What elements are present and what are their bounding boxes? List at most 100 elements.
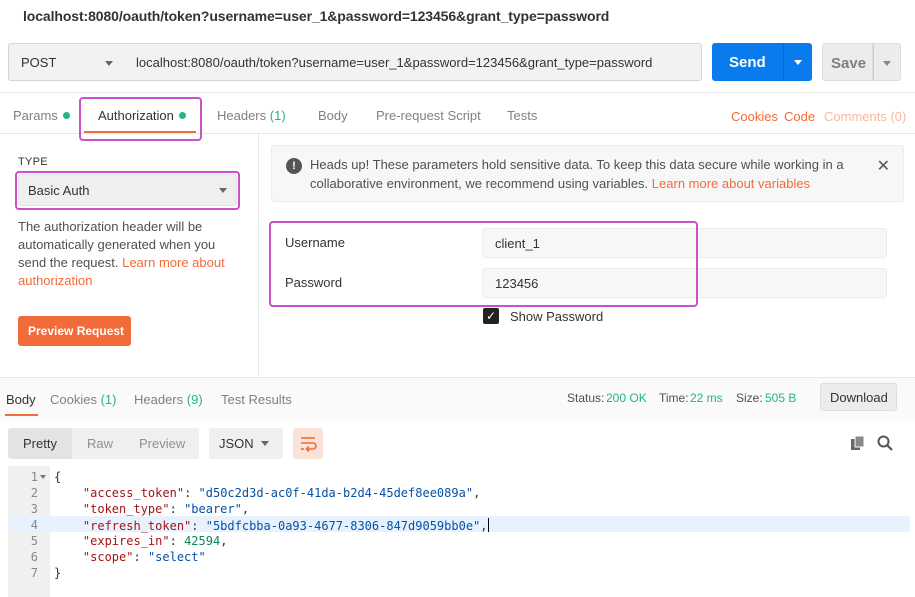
exclamation-icon: ! [286, 158, 302, 174]
wrap-lines-button[interactable] [293, 428, 323, 459]
tab-body[interactable]: Body [318, 108, 348, 123]
password-value: 123456 [495, 276, 539, 291]
line-number: 7 [30, 566, 38, 580]
code-line: } [54, 566, 61, 580]
chevron-down-icon [883, 61, 891, 66]
size-value: 505 B [765, 391, 797, 405]
save-options-button[interactable] [873, 43, 901, 81]
response-tab-headers[interactable]: Headers (9) [134, 392, 203, 407]
send-options-button[interactable] [783, 43, 812, 81]
search-icon[interactable] [877, 435, 893, 451]
tab-prerequest[interactable]: Pre-request Script [376, 108, 481, 123]
json-key: "refresh_token" [82, 519, 192, 533]
code-line: "scope": "select" [82, 550, 206, 564]
response-tab-body[interactable]: Body [6, 392, 36, 407]
line-number: 4 [30, 518, 38, 532]
tab-authorization[interactable]: Authorization [98, 108, 186, 123]
response-tab-headers-label: Headers [134, 392, 184, 407]
response-tab-cookies-label: Cookies [50, 392, 97, 407]
status-label: Status: [567, 391, 605, 405]
save-label: Save [831, 55, 867, 72]
tab-authorization-label: Authorization [98, 108, 174, 123]
line-number: 2 [30, 486, 38, 500]
json-brace: { [54, 470, 62, 484]
tab-headers-label: Headers [217, 108, 267, 123]
text-cursor [487, 518, 489, 532]
method-select[interactable]: POST [8, 43, 125, 81]
response-type-select[interactable]: JSON [209, 428, 283, 459]
send-label: Send [729, 54, 766, 71]
divider [0, 92, 915, 93]
warning-message: Heads up! These parameters hold sensitiv… [310, 155, 855, 193]
format-pretty[interactable]: Pretty [23, 436, 57, 451]
json-value: "5bdfcbba-0a93-4677-8306-847d9059bb0e" [205, 519, 481, 533]
fold-toggle-icon[interactable] [40, 475, 46, 479]
chevron-down-icon [261, 441, 269, 446]
comments-link[interactable]: Comments (0) [824, 109, 906, 124]
download-label: Download [830, 390, 888, 405]
url-text: localhost:8080/oauth/token?username=user… [136, 55, 653, 70]
response-tab-test-results[interactable]: Test Results [221, 392, 292, 407]
code-line: "access_token": "d50c2d3d-ac0f-41da-b2d4… [82, 486, 481, 500]
json-value: "select" [147, 550, 206, 564]
divider [0, 133, 915, 134]
chevron-down-icon [105, 61, 113, 66]
chevron-down-icon [219, 188, 227, 193]
auth-type-value: Basic Auth [28, 183, 90, 198]
username-value: client_1 [495, 236, 540, 251]
format-toggle: Pretty Raw Preview [8, 428, 199, 459]
learn-more-variables-link[interactable]: Learn more about variables [652, 176, 810, 191]
preview-request-label: Preview Request [28, 324, 125, 338]
copy-icon[interactable] [851, 435, 865, 450]
tab-params[interactable]: Params [13, 108, 70, 123]
chevron-down-icon [794, 60, 802, 65]
username-field[interactable]: client_1 [482, 228, 887, 258]
tab-tests[interactable]: Tests [507, 108, 537, 123]
json-value: 42594 [184, 534, 221, 548]
url-input[interactable]: localhost:8080/oauth/token?username=user… [124, 43, 702, 81]
format-preview[interactable]: Preview [139, 436, 185, 451]
code-line: "refresh_token": "5bdfcbba-0a93-4677-830… [82, 518, 489, 533]
type-label: TYPE [18, 156, 48, 168]
format-raw[interactable]: Raw [87, 436, 113, 451]
code-link[interactable]: Code [784, 109, 815, 124]
auth-type-select[interactable]: Basic Auth [18, 174, 237, 206]
time-value: 22 ms [690, 391, 723, 405]
json-key: "scope" [82, 550, 134, 564]
line-number: 3 [30, 502, 38, 516]
active-tab-indicator [5, 414, 38, 416]
json-value: "bearer" [184, 502, 242, 516]
code-line: "expires_in": 42594, [82, 534, 228, 548]
status-value: 200 OK [606, 391, 647, 405]
line-number: 6 [30, 550, 38, 564]
wrap-lines-icon [301, 437, 317, 453]
response-tab-cookies[interactable]: Cookies (1) [50, 392, 116, 407]
time-label: Time: [659, 391, 689, 405]
request-title: localhost:8080/oauth/token?username=user… [23, 8, 610, 24]
password-field[interactable]: 123456 [482, 268, 887, 298]
status-dot-icon [62, 112, 70, 119]
auth-description: The authorization header will be automat… [18, 218, 244, 290]
send-button[interactable]: Send [712, 43, 783, 81]
username-label: Username [285, 235, 345, 250]
cookies-link[interactable]: Cookies [731, 109, 778, 124]
password-label: Password [285, 275, 343, 290]
download-button[interactable]: Download [820, 383, 897, 411]
json-key: "access_token" [82, 486, 185, 500]
show-password-label: Show Password [510, 309, 604, 324]
show-password-checkbox[interactable]: ✓ [483, 308, 499, 324]
tab-headers[interactable]: Headers (1) [217, 108, 286, 123]
sensitive-data-warning: ! Heads up! These parameters hold sensit… [271, 145, 904, 202]
code-line: "token_type": "bearer", [82, 502, 250, 516]
json-key: "token_type" [82, 502, 170, 516]
close-icon[interactable]: ✕ [877, 156, 890, 176]
line-number: 1 [30, 470, 38, 484]
method-label: POST [21, 55, 57, 70]
json-key: "expires_in" [82, 534, 170, 548]
save-button[interactable]: Save [822, 43, 873, 81]
size-label: Size: [736, 391, 763, 405]
response-tab-headers-count: (9) [186, 392, 203, 407]
code-line: { [54, 470, 61, 484]
preview-request-button[interactable]: Preview Request [18, 316, 131, 346]
response-type-label: JSON [219, 436, 254, 451]
